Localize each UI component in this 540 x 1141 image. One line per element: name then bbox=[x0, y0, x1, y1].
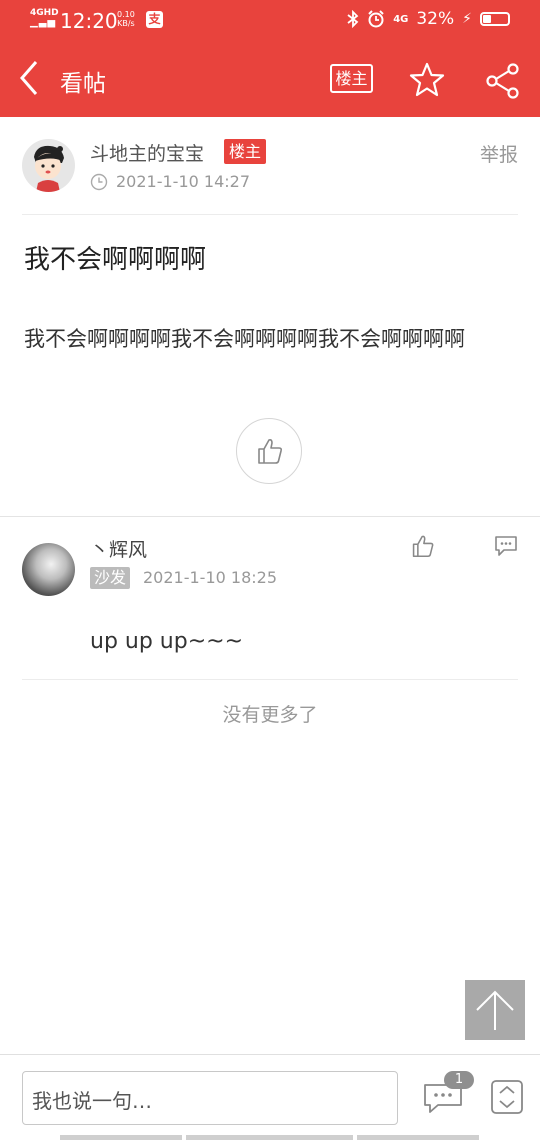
comment-icon bbox=[495, 536, 517, 556]
page-jump-button[interactable] bbox=[490, 1079, 524, 1115]
battery-level bbox=[483, 15, 491, 23]
author-name[interactable]: 斗地主的宝宝 bbox=[90, 139, 204, 166]
top-bar: 4GHD ▁▃▅ 12:20 0.10 KB/s 支 4G 32% ⚡ 看帖 楼… bbox=[0, 0, 540, 117]
divider bbox=[22, 679, 518, 680]
post-time: 2021-1-10 14:27 bbox=[116, 172, 250, 191]
reply-avatar[interactable] bbox=[22, 543, 75, 596]
reply-input[interactable]: 我也说一句… bbox=[22, 1071, 398, 1125]
arrow-up-icon bbox=[476, 990, 514, 1030]
reply-content: up up up~~~ bbox=[90, 629, 244, 654]
post-time-row: 2021-1-10 14:27 bbox=[90, 172, 250, 191]
nav-bar: 看帖 楼主 bbox=[0, 42, 540, 117]
nav-gesture-bar bbox=[357, 1135, 479, 1140]
scroll-up-down-icon bbox=[491, 1080, 523, 1114]
thumbs-up-icon bbox=[412, 535, 434, 558]
alipay-notification-icon: 支 bbox=[146, 11, 163, 28]
status-time: 12:20 bbox=[60, 9, 118, 33]
reply-comment-button[interactable] bbox=[494, 535, 518, 561]
star-icon bbox=[409, 62, 445, 97]
back-button[interactable] bbox=[14, 58, 50, 98]
chevron-left-icon bbox=[20, 61, 38, 95]
battery-icon bbox=[480, 12, 510, 26]
reply-time: 2021-1-10 18:25 bbox=[143, 568, 277, 587]
status-bar: 4GHD ▁▃▅ 12:20 0.10 KB/s 支 4G 32% ⚡ bbox=[0, 0, 540, 42]
divider bbox=[22, 214, 518, 215]
cartoon-avatar-icon bbox=[34, 145, 64, 192]
net-speed: 0.10 KB/s bbox=[117, 10, 135, 28]
nav-gesture-bar bbox=[60, 1135, 182, 1140]
comment-count-badge: 1 bbox=[444, 1071, 474, 1089]
page-title: 看帖 bbox=[60, 71, 106, 97]
charging-icon: ⚡ bbox=[462, 11, 472, 27]
post-content: 我不会啊啊啊啊我不会啊啊啊啊我不会啊啊啊啊 bbox=[24, 327, 465, 351]
only-owner-button[interactable]: 楼主 bbox=[330, 64, 373, 93]
network-type: 4G bbox=[393, 13, 409, 25]
nav-gesture-bar bbox=[186, 1135, 353, 1140]
signal-indicator: 4GHD ▁▃▅ bbox=[30, 9, 59, 28]
reply-author-name[interactable]: 丶辉风 bbox=[90, 535, 147, 562]
author-avatar[interactable] bbox=[22, 139, 75, 192]
signal-bars-icon: ▁▃▅ bbox=[30, 17, 57, 28]
reply-input-placeholder: 我也说一句… bbox=[32, 1089, 152, 1113]
share-icon bbox=[486, 63, 519, 99]
owner-badge: 楼主 bbox=[224, 139, 267, 164]
report-link[interactable]: 举报 bbox=[480, 140, 518, 167]
no-more-label: 没有更多了 bbox=[222, 704, 318, 726]
reply-item: 丶辉风 沙发 2021-1-10 18:25 up up up~~~ bbox=[0, 517, 540, 679]
reply-like-button[interactable] bbox=[411, 534, 435, 562]
bluetooth-icon bbox=[347, 10, 359, 28]
back-to-top-button[interactable] bbox=[465, 980, 525, 1040]
favorite-button[interactable] bbox=[408, 61, 446, 99]
alarm-icon bbox=[368, 10, 384, 28]
net-speed-value: 0.10 bbox=[117, 10, 135, 19]
floor-badge: 沙发 bbox=[90, 567, 131, 589]
post-like-button[interactable] bbox=[236, 418, 302, 484]
share-button[interactable] bbox=[484, 62, 522, 100]
net-speed-unit: KB/s bbox=[117, 19, 135, 28]
bottom-bar: 我也说一句… 1 bbox=[0, 1054, 540, 1141]
battery-percent: 32% bbox=[416, 9, 455, 29]
clock-icon bbox=[90, 173, 108, 190]
post-title: 我不会啊啊啊啊 bbox=[24, 245, 207, 275]
thumbs-up-icon bbox=[258, 439, 283, 464]
status-right: 4G 32% ⚡ bbox=[347, 9, 510, 29]
